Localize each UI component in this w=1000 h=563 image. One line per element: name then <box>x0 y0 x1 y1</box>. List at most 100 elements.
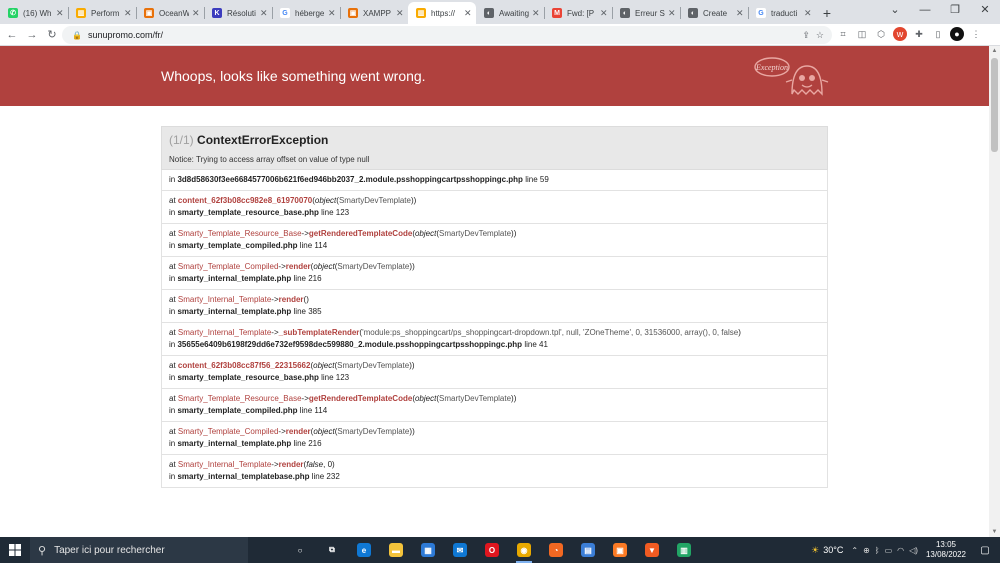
tab-close-icon[interactable]: ✕ <box>260 8 268 19</box>
taskbar-app-file-explorer[interactable]: ▬ <box>380 537 412 563</box>
scroll-down-arrow-icon[interactable]: ▼ <box>989 527 1000 537</box>
frame-file[interactable]: 3d8d58630f3ee6684577006b621f6ed946bb2037… <box>177 175 522 184</box>
frame-function[interactable]: render <box>286 427 311 436</box>
frame-at-label: at <box>169 229 176 238</box>
scroll-up-arrow-icon[interactable]: ▲ <box>989 46 1000 56</box>
frame-class[interactable]: Smarty_Internal_Template <box>178 328 271 337</box>
battery-icon[interactable]: ▭ <box>885 546 893 555</box>
browser-tab[interactable]: ✆ (16) Wh ✕ <box>0 2 68 24</box>
page-scrollbar[interactable]: ▲ ▼ <box>989 46 1000 537</box>
frame-function[interactable]: render <box>279 460 304 469</box>
taskbar-app-task-view[interactable]: ⧉ <box>316 537 348 563</box>
frame-function[interactable]: render <box>279 295 304 304</box>
tab-close-icon[interactable]: ✕ <box>328 8 336 19</box>
frame-function[interactable]: content_62f3b08cc982e8_61970070 <box>178 196 312 205</box>
frame-function[interactable]: _subTemplateRender <box>279 328 360 337</box>
taskbar-app-rss[interactable]: ◔ <box>540 537 572 563</box>
taskbar-app-edge[interactable]: e <box>348 537 380 563</box>
browser-tab[interactable]: ▣ XAMPP ✕ <box>340 2 408 24</box>
tab-close-icon[interactable]: ✕ <box>124 8 132 19</box>
weather-widget[interactable]: ☀ 30°C <box>811 545 843 556</box>
taskbar-app-store[interactable]: ▦ <box>412 537 444 563</box>
frame-file[interactable]: smarty_internal_templatebase.php <box>177 472 309 481</box>
frame-file[interactable]: smarty_template_compiled.php <box>177 241 297 250</box>
clock[interactable]: 13:05 13/08/2022 <box>926 540 966 560</box>
address-bar[interactable]: 🔒 sunupromo.com/fr/ ⇪ ☆ <box>62 26 832 44</box>
frame-file[interactable]: smarty_internal_template.php <box>177 274 291 283</box>
frame-file[interactable]: smarty_internal_template.php <box>177 307 291 316</box>
taskbar-app-mail[interactable]: ✉ <box>444 537 476 563</box>
tab-search-icon[interactable]: ⌄ <box>880 0 910 22</box>
frame-class[interactable]: Smarty_Internal_Template <box>178 295 271 304</box>
frame-file[interactable]: smarty_template_resource_base.php <box>177 208 318 217</box>
taskbar-app-sheets[interactable]: ▥ <box>668 537 700 563</box>
tab-close-icon[interactable]: ✕ <box>532 8 540 19</box>
tab-close-icon[interactable]: ✕ <box>464 8 472 19</box>
taskbar-search-box[interactable]: ⚲ Taper ici pour rechercher <box>30 537 248 563</box>
frame-class[interactable]: Smarty_Template_Resource_Base <box>178 394 302 403</box>
tab-close-icon[interactable]: ✕ <box>668 8 676 19</box>
browser-tab[interactable]: Ghéberge ✕ <box>272 2 340 24</box>
share-icon[interactable]: ⇪ <box>802 30 810 41</box>
scrollbar-thumb[interactable] <box>991 58 998 152</box>
volume-icon[interactable]: ◁) <box>909 546 918 555</box>
windows-start-button[interactable] <box>0 537 30 563</box>
frame-file[interactable]: 35655e6409b6198f29dd6e732ef9598dec599880… <box>177 340 522 349</box>
screenshot-extension-icon[interactable]: ⌗ <box>836 27 850 41</box>
frame-file[interactable]: smarty_template_compiled.php <box>177 406 297 415</box>
frame-function[interactable]: getRenderedTemplateCode <box>309 229 412 238</box>
frame-function[interactable]: content_62f3b08cc87f56_22315662 <box>178 361 311 370</box>
frame-function[interactable]: render <box>286 262 311 271</box>
browser-tab[interactable]: ▥ Perform ✕ <box>68 2 136 24</box>
tab-favicon-icon: ◐ <box>620 8 630 18</box>
cube-extension-icon[interactable]: ⬡ <box>874 27 888 41</box>
browser-tab[interactable]: ◐ Awaiting ✕ <box>476 2 544 24</box>
taskbar-app-app-blue[interactable]: ▤ <box>572 537 604 563</box>
taskbar-app-brave[interactable]: ▼ <box>636 537 668 563</box>
back-arrow-icon[interactable]: ← <box>4 29 20 41</box>
frame-class[interactable]: Smarty_Template_Resource_Base <box>178 229 302 238</box>
browser-tab[interactable]: ▥ https:// ✕ <box>408 2 476 24</box>
tab-close-icon[interactable]: ✕ <box>736 8 744 19</box>
tab-close-icon[interactable]: ✕ <box>600 8 608 19</box>
browser-tab[interactable]: Gtraducti ✕ <box>748 2 816 24</box>
frame-class[interactable]: Smarty_Internal_Template <box>178 460 271 469</box>
minimize-button[interactable]: — <box>910 0 940 22</box>
show-hidden-icons-chevron-icon[interactable]: ⌃ <box>851 546 858 555</box>
reload-icon[interactable]: ↻ <box>44 28 60 41</box>
taskbar-app-opera[interactable]: O <box>476 537 508 563</box>
browser-tab[interactable]: M Fwd: [P ✕ <box>544 2 612 24</box>
browser-tab[interactable]: ◐ Erreur S ✕ <box>612 2 680 24</box>
frame-file[interactable]: smarty_template_resource_base.php <box>177 373 318 382</box>
notifications-icon[interactable]: ▢ <box>976 545 994 556</box>
restore-button[interactable]: ❐ <box>940 0 970 22</box>
new-tab-button[interactable]: + <box>816 2 838 24</box>
red-extension-icon[interactable]: w <box>893 27 907 41</box>
profile-avatar[interactable]: ● <box>950 27 964 41</box>
tab-close-icon[interactable]: ✕ <box>804 8 812 19</box>
browser-tab[interactable]: ▣ OceanW ✕ <box>136 2 204 24</box>
frame-function[interactable]: getRenderedTemplateCode <box>309 394 412 403</box>
taskbar-app-xampp[interactable]: ▣ <box>604 537 636 563</box>
menu-kebab-icon[interactable]: ⋮ <box>969 27 983 41</box>
lock-icon[interactable]: 🔒 <box>72 31 82 40</box>
close-window-button[interactable]: ✕ <box>970 0 1000 22</box>
puzzle-icon[interactable]: ✚ <box>912 27 926 41</box>
bluetooth-icon[interactable]: ᛒ <box>875 546 880 555</box>
frame-class[interactable]: Smarty_Template_Compiled <box>178 427 279 436</box>
frame-class[interactable]: Smarty_Template_Compiled <box>178 262 279 271</box>
browser-tab[interactable]: K Résoluti ✕ <box>204 2 272 24</box>
browser-tab[interactable]: ◐ Create ✕ <box>680 2 748 24</box>
network-icon[interactable]: ⊕ <box>863 546 870 555</box>
tab-close-icon[interactable]: ✕ <box>192 8 200 19</box>
frame-file[interactable]: smarty_internal_template.php <box>177 439 291 448</box>
tab-close-icon[interactable]: ✕ <box>56 8 64 19</box>
tab-close-icon[interactable]: ✕ <box>396 8 404 19</box>
taskbar-app-chrome[interactable]: ◉ <box>508 537 540 563</box>
wifi-icon[interactable]: ◠ <box>897 546 904 555</box>
forward-arrow-icon[interactable]: → <box>24 29 40 41</box>
taskbar-app-cortana[interactable]: ○ <box>284 537 316 563</box>
extension-icon[interactable]: ◫ <box>855 27 869 41</box>
bookmark-star-icon[interactable]: ☆ <box>816 30 824 41</box>
side-panel-icon[interactable]: ▯ <box>931 27 945 41</box>
